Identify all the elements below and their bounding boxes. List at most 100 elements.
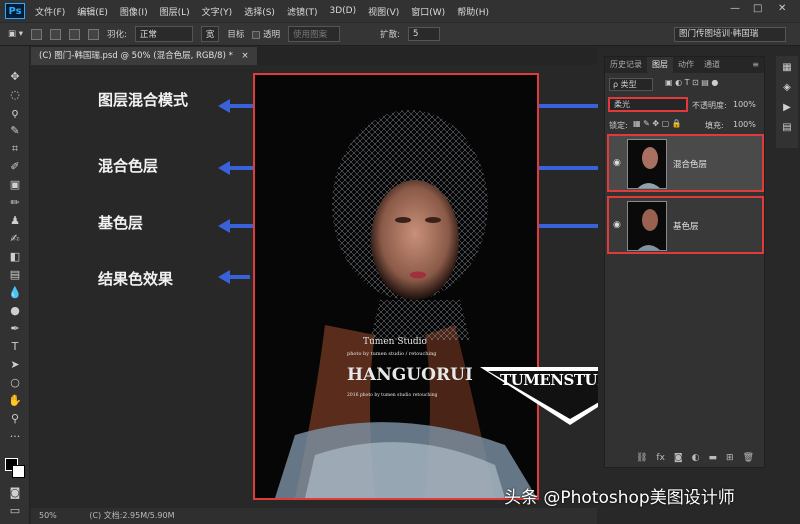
quick-select-icon[interactable]: ✎	[8, 124, 22, 138]
menu-type[interactable]: 文字(Y)	[202, 5, 233, 18]
use-pattern-button[interactable]: 使用图案	[288, 26, 341, 42]
new-layer-icon[interactable]: ⊞	[726, 453, 734, 463]
menu-edit[interactable]: 编辑(E)	[77, 5, 108, 18]
annotation-blend-mode: 图层混合模式	[98, 91, 189, 109]
blur-icon[interactable]: 💧	[8, 286, 22, 300]
transparent-label: 透明	[263, 30, 281, 40]
layer-thumbnail	[627, 139, 667, 189]
menu-help[interactable]: 帮助(H)	[457, 5, 489, 18]
adjustment-icon[interactable]: ◐	[692, 453, 700, 463]
tab-history[interactable]: 历史记录	[605, 57, 647, 73]
annotation-base-layer: 基色层	[98, 214, 144, 232]
fx-icon[interactable]: fx	[656, 453, 665, 463]
add-selection-icon[interactable]	[50, 28, 61, 40]
menu-select[interactable]: 选择(S)	[244, 5, 275, 18]
watermark-name: HANGUORUI	[347, 365, 473, 385]
quick-mask-icon[interactable]: ◙	[8, 486, 22, 500]
background-color-swatch[interactable]	[12, 465, 25, 478]
visibility-eye-icon[interactable]: ◉	[613, 220, 621, 230]
diffusion-input[interactable]: 5	[408, 27, 440, 41]
layer-name[interactable]: 基色层	[673, 220, 699, 232]
pen-icon[interactable]: ✒	[8, 322, 22, 336]
blend-mode-select[interactable]: 柔光	[608, 97, 688, 112]
layer-row-base[interactable]: ◉ 基色层	[607, 196, 764, 254]
photoshop-logo: Ps	[5, 3, 25, 19]
link-icon[interactable]: ⛓	[636, 453, 647, 463]
subtract-selection-icon[interactable]	[69, 28, 80, 40]
document-tab[interactable]: (C) 图门-韩国瑞.psd @ 50% (混合色层, RGB/8) * ×	[31, 47, 257, 65]
dodge-icon[interactable]: ●	[8, 304, 22, 318]
play-icon[interactable]: ▶	[780, 102, 794, 116]
crop-icon[interactable]: ⌗	[8, 142, 22, 156]
zoom-level[interactable]: 50%	[39, 511, 57, 520]
new-selection-icon[interactable]	[31, 28, 42, 40]
watermark-studio: Tumen Studio	[363, 337, 427, 347]
menu-view[interactable]: 视图(V)	[368, 5, 399, 18]
history-brush-icon[interactable]: ✍	[8, 232, 22, 246]
eraser-icon[interactable]: ◧	[8, 250, 22, 264]
lock-row: 锁定: ▦ ✎ ✥ ▢ 🔒 填充: 100%	[605, 118, 764, 132]
hand-icon[interactable]: ✋	[8, 394, 22, 408]
close-tab-icon[interactable]: ×	[242, 51, 249, 61]
menu-bar: Ps 文件(F) 编辑(E) 图像(I) 图层(L) 文字(Y) 选择(S) 滤…	[0, 0, 800, 22]
brush-icon[interactable]: ✏	[8, 196, 22, 210]
transparent-checkbox[interactable]: 透明	[252, 28, 280, 40]
color-panel-icon[interactable]: ▦	[780, 62, 794, 76]
menu-layer[interactable]: 图层(L)	[160, 5, 190, 18]
eyedropper-icon[interactable]: ✐	[8, 160, 22, 174]
menu-file[interactable]: 文件(F)	[35, 5, 65, 18]
marquee-icon[interactable]: ◌	[8, 88, 22, 102]
tab-channels[interactable]: 通道	[699, 57, 725, 73]
more-tools-icon[interactable]: ···	[8, 430, 22, 444]
group-icon[interactable]: ▬	[709, 453, 718, 463]
stamp-icon[interactable]: ♟	[8, 214, 22, 228]
marquee-tool-icon[interactable]: ▣ ▾	[8, 29, 23, 39]
menu-3d[interactable]: 3D(D)	[329, 6, 356, 16]
filter-select[interactable]: ρ 类型	[609, 78, 653, 91]
intersect-selection-icon[interactable]	[88, 28, 99, 40]
mask-icon[interactable]: ◙	[674, 453, 683, 463]
trash-icon[interactable]: 🗑	[743, 453, 754, 463]
fill-label: 填充:	[705, 121, 724, 130]
opacity-value[interactable]: 100%	[733, 100, 756, 109]
path-select-icon[interactable]: ➤	[8, 358, 22, 372]
annotation-result: 结果色效果	[98, 270, 174, 288]
width-button[interactable]: 宽	[200, 26, 220, 42]
type-icon[interactable]: T	[8, 340, 22, 354]
target-label[interactable]: 目标	[227, 28, 244, 40]
layer-thumbnail	[627, 201, 667, 251]
maximize-icon[interactable]: □	[753, 3, 762, 14]
lasso-icon[interactable]: ϙ	[8, 106, 22, 120]
document-info[interactable]: (C) 文档:2.95M/5.90M	[89, 511, 174, 520]
filter-row: ρ 类型 ▣ ◐ T ⊡ ▤ ●	[605, 77, 764, 93]
move-tool-icon[interactable]: ✥	[8, 70, 22, 84]
screen-mode-icon[interactable]: ▭	[8, 504, 22, 518]
layers-panel-icon[interactable]: ◈	[780, 82, 794, 96]
lock-icons[interactable]: ▦ ✎ ✥ ▢ 🔒	[633, 119, 682, 128]
mode-select[interactable]: 正常	[134, 26, 193, 42]
layer-row-blend[interactable]: ◉ 混合色层	[607, 134, 764, 192]
ellipse-icon[interactable]: ○	[8, 376, 22, 390]
menu-filter[interactable]: 滤镜(T)	[287, 5, 318, 18]
close-icon[interactable]: ✕	[778, 3, 786, 14]
minimize-icon[interactable]: —	[730, 3, 740, 14]
document-canvas-image[interactable]: Tumen Studio photo by tumen studio / ret…	[253, 73, 539, 500]
watermark-line1: photo by tumen studio / retouching	[347, 351, 437, 357]
patch-icon[interactable]: ▣	[8, 178, 22, 192]
document-tabs: (C) 图门-韩国瑞.psd @ 50% (混合色层, RGB/8) * ×	[31, 47, 597, 65]
annotation-blend-layer: 混合色层	[98, 157, 159, 175]
menu-window[interactable]: 窗口(W)	[411, 5, 445, 18]
fill-value[interactable]: 100%	[733, 120, 756, 129]
visibility-eye-icon[interactable]: ◉	[613, 158, 621, 168]
gradient-icon[interactable]: ▤	[8, 268, 22, 282]
options-bar: ▣ ▾ 羽化: 正常 宽 目标 透明 使用图案 扩散: 5 图门传图培训·韩国瑞	[0, 22, 800, 46]
panel-menu-icon[interactable]: ≡	[747, 57, 764, 73]
properties-icon[interactable]: ▤	[780, 122, 794, 136]
layer-name[interactable]: 混合色层	[673, 158, 707, 170]
tab-actions[interactable]: 动作	[673, 57, 699, 73]
tab-layers[interactable]: 图层	[647, 57, 673, 73]
zoom-icon[interactable]: ⚲	[8, 412, 22, 426]
workspace-select[interactable]: 图门传图培训·韩国瑞	[674, 27, 786, 42]
menu-image[interactable]: 图像(I)	[120, 5, 148, 18]
filter-icons[interactable]: ▣ ◐ T ⊡ ▤ ●	[665, 78, 718, 87]
